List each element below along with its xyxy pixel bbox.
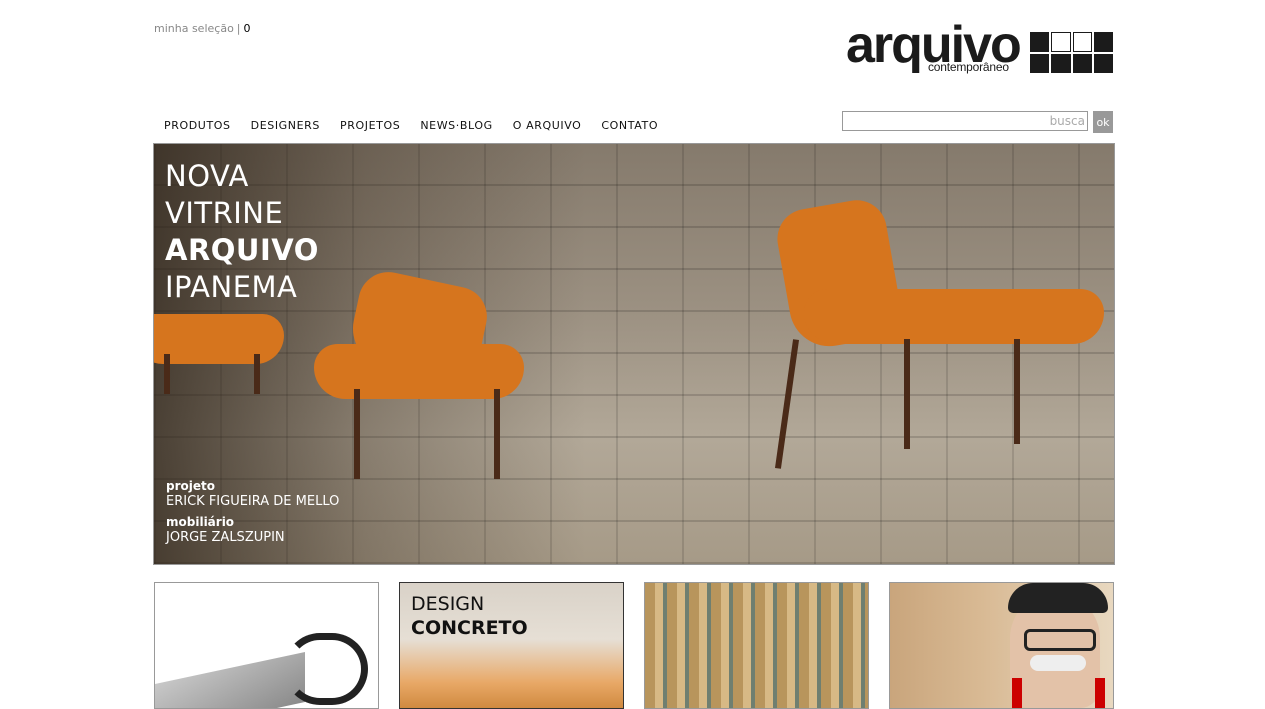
hero-title-line: ARQUIVO [165,233,319,267]
hero-credits: projeto ERICK FIGUEIRA DE MELLO mobiliár… [166,478,339,550]
hero-title: NOVA VITRINE ARQUIVO IPANEMA [165,158,319,306]
my-selection[interactable]: minha seleção | 0 [154,22,251,35]
nav-item-produtos[interactable]: PRODUTOS [154,119,241,132]
sculpture-image [155,652,305,708]
tile-subtitle: CONCRETO [411,617,528,639]
chair-image-left [154,294,294,394]
portrait-suspender [1095,678,1105,708]
my-selection-label[interactable]: minha seleção [154,22,234,35]
portrait-suspender [1012,678,1022,708]
nav-item-projetos[interactable]: PROJETOS [330,119,410,132]
portrait-cap [1008,583,1108,613]
credit-label-projeto: projeto [166,479,215,493]
portrait-glasses [1024,629,1096,651]
main-nav: PRODUTOS DESIGNERS PROJETOS NEWS·BLOG O … [154,119,668,132]
chair-image-middle [314,266,534,479]
search-input[interactable] [842,111,1088,131]
logo[interactable]: arquivo contemporâneo [846,16,1116,78]
nav-item-o-arquivo[interactable]: O ARQUIVO [503,119,592,132]
tile-design-concreto[interactable]: DESIGN CONCRETO [399,582,624,709]
portrait-mustache [1030,655,1086,671]
tile-designer-portrait[interactable] [889,582,1114,709]
tile-sculpture[interactable] [154,582,379,709]
chair-image-right [764,195,1104,469]
selection-count: 0 [243,22,251,35]
hero-title-line: VITRINE [165,196,284,230]
nav-item-designers[interactable]: DESIGNERS [241,119,330,132]
selection-separator: | [236,22,241,35]
tile-title: DESIGN [411,593,485,615]
credit-name-projeto: ERICK FIGUEIRA DE MELLO [166,494,340,509]
hero-title-line: IPANEMA [165,270,298,304]
nav-item-news-blog[interactable]: NEWS·BLOG [410,119,502,132]
logo-grid-icon [1030,32,1113,73]
tile-caption: DESIGN CONCRETO [411,592,528,640]
logo-subtitle: contemporâneo [928,60,1009,74]
hero-banner[interactable]: NOVA VITRINE ARQUIVO IPANEMA projeto ERI… [153,143,1115,565]
credit-label-mobiliario: mobiliário [166,515,235,529]
sculpture-curl-image [284,633,368,705]
tile-wood-slats[interactable] [644,582,869,709]
hero-title-line: NOVA [165,159,249,193]
credit-name-mobiliario: JORGE ZALSZUPIN [166,530,285,545]
search-submit-button[interactable]: ok [1093,111,1113,133]
nav-item-contato[interactable]: CONTATO [591,119,668,132]
search-form: ok [842,111,1113,133]
